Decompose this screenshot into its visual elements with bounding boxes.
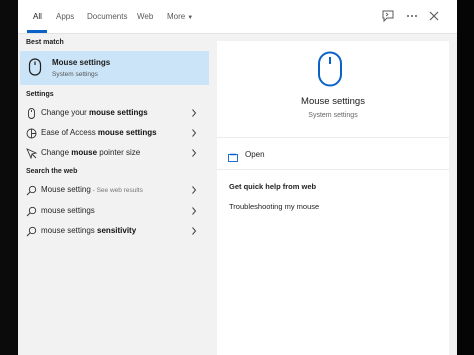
tab-apps[interactable]: Apps <box>56 12 74 21</box>
label-match: mouse settings <box>97 128 157 137</box>
label-match: mouse settings <box>89 108 148 117</box>
mouse-icon <box>28 58 42 76</box>
search-window: All Apps Documents Web More ▼ Best match … <box>18 0 457 355</box>
best-match-item[interactable]: Mouse settings System settings <box>20 51 209 85</box>
open-action[interactable]: Open <box>225 147 425 163</box>
pointer-icon <box>26 148 37 159</box>
web-item-see-results[interactable]: Mouse setting - See web results <box>20 180 209 200</box>
best-match-title: Mouse settings <box>52 58 111 67</box>
quick-help-header: Get quick help from web <box>229 182 317 191</box>
active-tab-indicator <box>27 30 47 33</box>
settings-item-label: Ease of Access mouse settings <box>41 128 157 137</box>
label-prefix: Ease of Access <box>41 128 98 137</box>
settings-header: Settings <box>26 91 54 98</box>
divider <box>217 137 449 138</box>
web-item-sensitivity[interactable]: mouse settings sensitivity <box>20 221 209 241</box>
chevron-right-icon[interactable] <box>190 148 198 158</box>
label-match: mouse <box>71 148 98 157</box>
label-suffix: pointer size <box>97 148 141 157</box>
settings-item-pointer-size[interactable]: Change mouse pointer size <box>20 143 209 163</box>
web-item-label: mouse settings <box>41 206 95 215</box>
label-prefix: mouse settings <box>41 226 98 235</box>
search-icon <box>26 206 37 217</box>
settings-item-label: Change mouse pointer size <box>41 148 140 157</box>
tab-web[interactable]: Web <box>137 12 153 21</box>
best-match-header: Best match <box>26 39 64 46</box>
ellipsis-icon[interactable] <box>405 9 419 23</box>
feedback-icon[interactable] <box>381 9 395 23</box>
chevron-right-icon[interactable] <box>190 226 198 236</box>
search-icon <box>26 185 37 196</box>
preview-subtitle: System settings <box>308 112 358 119</box>
web-item-label: mouse settings sensitivity <box>41 226 136 235</box>
tab-more-label: More <box>167 12 186 21</box>
open-label: Open <box>245 150 265 159</box>
tab-documents[interactable]: Documents <box>87 12 127 21</box>
label-prefix: Change <box>41 148 72 157</box>
label-prefix: Change your <box>41 108 90 117</box>
mouse-icon <box>26 108 37 119</box>
tab-all[interactable]: All <box>33 12 42 21</box>
settings-item-change-mouse[interactable]: Change your mouse settings <box>20 103 209 123</box>
web-item-label: Mouse setting - See web results <box>41 185 143 194</box>
label-match: sensitivity <box>97 226 137 235</box>
chevron-right-icon[interactable] <box>190 128 198 138</box>
tab-more[interactable]: More ▼ <box>167 12 193 21</box>
desktop-backdrop-right <box>457 0 474 355</box>
web-header: Search the web <box>26 168 78 175</box>
settings-item-label: Change your mouse settings <box>41 108 148 117</box>
chevron-right-icon[interactable] <box>190 185 198 195</box>
preview-title: Mouse settings <box>301 96 365 107</box>
desktop-backdrop-left <box>0 0 18 355</box>
ease-of-access-icon <box>26 128 37 139</box>
best-match-subtitle: System settings <box>52 71 98 78</box>
open-icon <box>228 149 238 162</box>
label-suffix: - See web results <box>90 187 143 194</box>
label-prefix: mouse settings <box>41 206 95 215</box>
chevron-right-icon[interactable] <box>190 108 198 118</box>
caret-down-icon: ▼ <box>187 15 194 21</box>
mouse-icon <box>316 51 344 87</box>
search-tabs-bar: All Apps Documents Web More ▼ <box>18 0 457 34</box>
chevron-right-icon[interactable] <box>190 206 198 216</box>
divider <box>217 169 449 170</box>
help-link-troubleshooting[interactable]: Troubleshooting my mouse <box>229 202 319 211</box>
settings-item-ease-of-access[interactable]: Ease of Access mouse settings <box>20 123 209 143</box>
web-item-mouse-settings[interactable]: mouse settings <box>20 201 209 221</box>
search-icon <box>26 226 37 237</box>
close-icon[interactable] <box>427 9 441 23</box>
preview-pane: Mouse settings System settings Open Get … <box>217 41 449 355</box>
label-prefix: Mouse setting <box>41 185 91 194</box>
results-list: Best match Mouse settings System setting… <box>18 34 209 355</box>
